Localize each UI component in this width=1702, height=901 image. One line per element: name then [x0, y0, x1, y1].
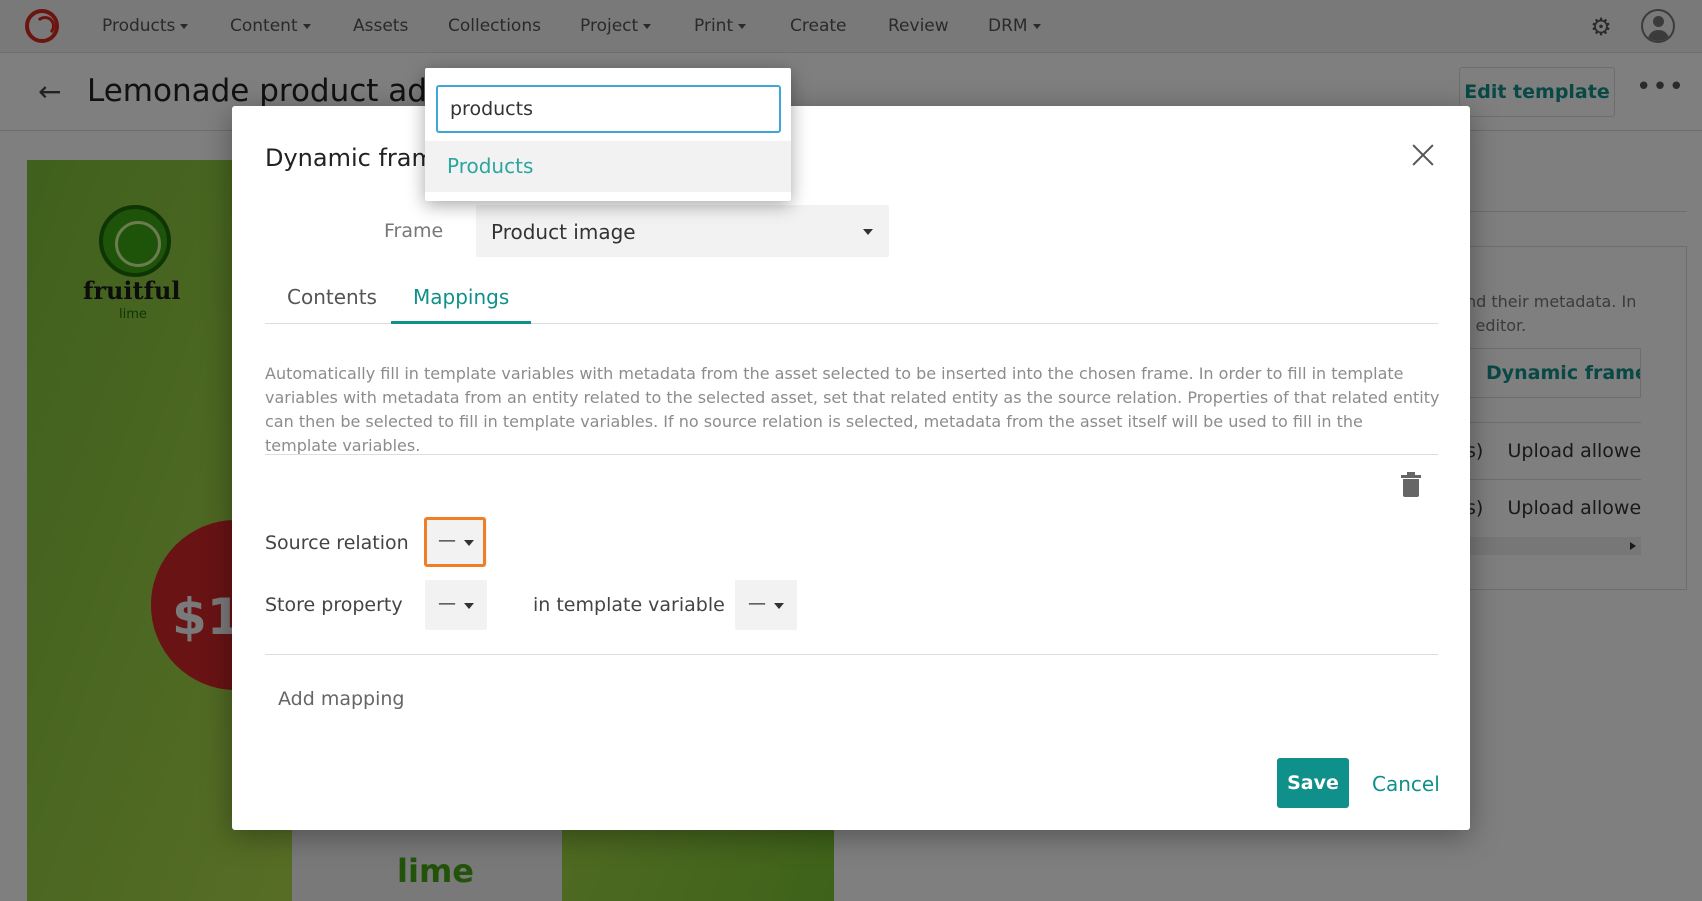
divider [265, 654, 1438, 655]
source-relation-focus-ring [424, 517, 486, 567]
dialog-tabs: Contents Mappings [265, 271, 1438, 324]
cancel-button[interactable]: Cancel [1372, 772, 1440, 796]
dynamic-frame-dialog: Dynamic frame Frame Product image Conten… [232, 106, 1470, 830]
store-property-label: Store property [265, 594, 403, 616]
frame-select[interactable]: Product image [476, 205, 889, 257]
dropdown-search-box[interactable] [436, 85, 781, 133]
caret-down-icon [464, 603, 474, 609]
close-icon[interactable] [1409, 141, 1437, 169]
mappings-help-text: Automatically fill in template variables… [265, 364, 1440, 455]
tab-mappings[interactable]: Mappings [391, 271, 532, 324]
frame-select-value: Product image [491, 220, 636, 244]
dialog-title: Dynamic frame [265, 144, 430, 172]
divider [265, 454, 1438, 455]
frame-label: Frame [384, 220, 444, 242]
caret-down-icon [863, 229, 873, 235]
source-relation-dropdown: Products [425, 68, 791, 201]
tab-contents[interactable]: Contents [265, 271, 399, 324]
dropdown-search-input[interactable] [450, 96, 770, 122]
caret-down-icon [774, 603, 784, 609]
store-property-select[interactable]: — [425, 580, 487, 630]
template-variable-select[interactable]: — [735, 580, 797, 630]
source-relation-label: Source relation [265, 532, 409, 554]
trash-icon[interactable] [1401, 472, 1425, 500]
add-mapping-button[interactable]: Add mapping [278, 688, 404, 710]
save-button[interactable]: Save [1277, 758, 1349, 808]
template-variable-label: in template variable [533, 594, 725, 616]
dropdown-option-products[interactable]: Products [425, 141, 791, 192]
